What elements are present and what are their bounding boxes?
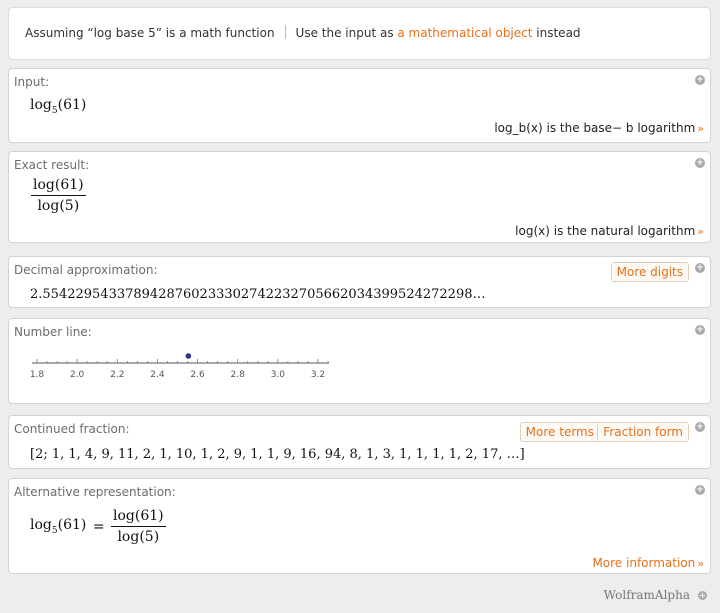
assumption-alt-prefix: Use the input as (295, 26, 398, 40)
decimal-approximation-pod: Decimal approximation: + More digits 2.5… (8, 256, 711, 308)
number-line-pod: Number line: + 1.8 2.0 2.2 2.4 2.6 2.8 3.0 3.2 (8, 318, 711, 404)
log-argument: (61) (57, 517, 87, 534)
math-object-link[interactable]: a mathematical object (397, 26, 532, 40)
tick-label: 2.8 (231, 370, 246, 380)
footer-plus-icon[interactable]: + (698, 591, 707, 600)
expand-plus-icon[interactable]: + (695, 75, 705, 85)
continued-fraction-pod: Continued fraction: + More terms Fractio… (8, 415, 711, 469)
fraction-denominator: log(5) (37, 198, 80, 214)
more-digits-button[interactable]: More digits (610, 262, 689, 282)
expand-plus-icon[interactable]: + (695, 325, 705, 335)
more-terms-button[interactable]: More terms (519, 422, 600, 442)
exact-result-pod: Exact result: + log(61) log(5) log(x) is… (8, 151, 711, 243)
expand-plus-icon[interactable]: + (695, 485, 705, 495)
wolframalpha-logo[interactable]: WolframAlpha (604, 588, 690, 602)
alt-fraction: log(61) log(5) (111, 508, 166, 545)
number-line-chart: 1.8 2.0 2.2 2.4 2.6 2.8 3.0 3.2 (30, 353, 329, 380)
input-pod: Input: + log5(61) log_b(x) is the base− … (8, 68, 711, 143)
fraction-numerator: log(61) (111, 508, 166, 527)
pod-title: Alternative representation: (14, 485, 176, 499)
more-information-link[interactable]: More information» (592, 556, 704, 570)
expand-plus-icon[interactable]: + (695, 422, 705, 432)
tick-label: 2.6 (190, 370, 205, 380)
chevron-right-icon: » (697, 557, 704, 570)
pod-title: Input: (14, 75, 50, 89)
alt-lhs: log5(61) (30, 517, 87, 536)
tick-label: 3.0 (271, 370, 286, 380)
tick-label: 1.8 (30, 370, 45, 380)
natural-logarithm-note[interactable]: log(x) is the natural logarithm» (515, 224, 704, 238)
more-info-text: More information (592, 556, 696, 570)
chevron-right-icon: » (697, 225, 704, 238)
alternative-representation-pod: Alternative representation: + log5(61) =… (8, 478, 711, 574)
assumption-text: Assuming “log base 5” is a math function… (25, 25, 581, 40)
assumption-divider (284, 25, 286, 39)
fraction-form-button[interactable]: Fraction form (597, 422, 689, 442)
tick-label: 2.4 (150, 370, 165, 380)
continued-fraction-value: [2; 1, 1, 4, 9, 11, 2, 1, 10, 1, 2, 9, 1… (30, 447, 525, 462)
exact-fraction: log(61) log(5) (31, 177, 86, 214)
pod-title: Number line: (14, 325, 92, 339)
assumption-statement: Assuming “log base 5” is a math function (25, 26, 275, 40)
fraction-denominator: log(5) (117, 529, 160, 545)
expand-plus-icon[interactable]: + (695, 158, 705, 168)
tick-label: 3.2 (311, 370, 325, 380)
log-function: log (30, 97, 52, 113)
equals-sign: = (92, 518, 105, 535)
log-function: log (30, 517, 52, 534)
expand-plus-icon[interactable]: + (695, 263, 705, 273)
assumption-bar: Assuming “log base 5” is a math function… (8, 7, 711, 60)
note-text: log_b(x) is the base− b logarithm (494, 121, 696, 135)
decimal-value: 2.55422954337894287602333027422327056620… (30, 287, 486, 302)
chevron-right-icon: » (697, 122, 704, 135)
tick-label: 2.0 (70, 370, 85, 380)
assumption-alt-suffix: instead (532, 26, 581, 40)
base-b-logarithm-note[interactable]: log_b(x) is the base− b logarithm» (494, 121, 704, 135)
alternative-expression: log5(61) = log(61) log(5) (30, 508, 166, 545)
tick-label: 2.2 (110, 370, 124, 380)
pod-title: Decimal approximation: (14, 263, 158, 277)
fraction-numerator: log(61) (31, 177, 86, 196)
pod-title: Continued fraction: (14, 422, 130, 436)
note-text: log(x) is the natural logarithm (515, 224, 696, 238)
pod-title: Exact result: (14, 158, 90, 172)
value-point (185, 353, 192, 359)
input-expression: log5(61) (30, 97, 86, 116)
log-argument: (61) (57, 97, 87, 113)
